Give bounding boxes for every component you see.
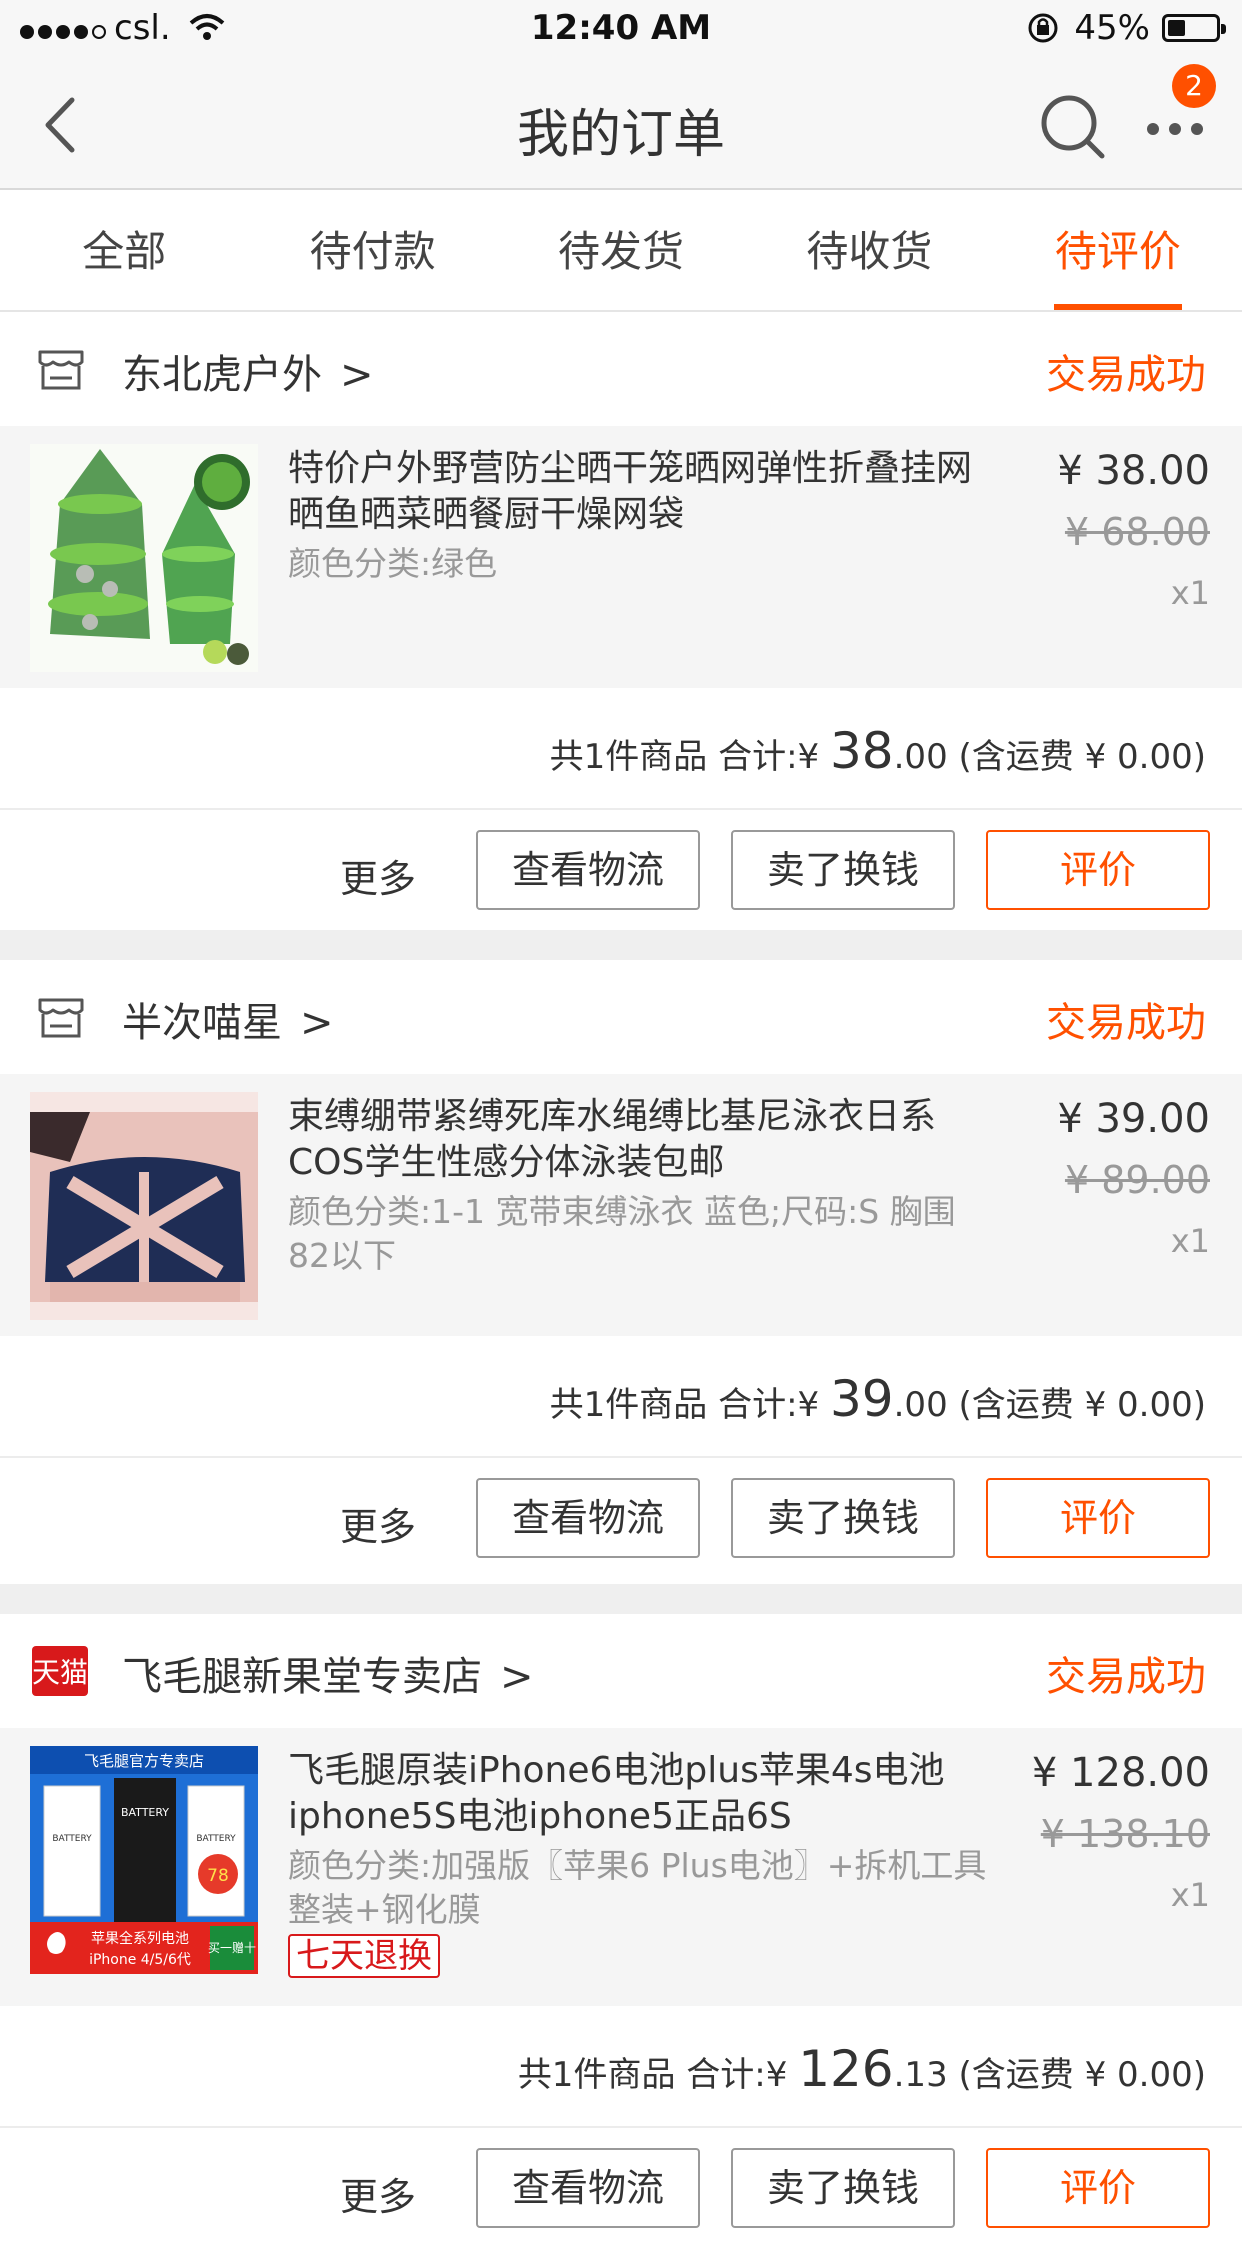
order-total: 共1件商品 合计:¥ 38.00 (含运费 ¥ 0.00) bbox=[549, 722, 1206, 780]
view-logistics-button[interactable]: 查看物流 bbox=[476, 2148, 700, 2228]
product-sku: 颜色分类:1-1 宽带束缚泳衣 蓝色;尺码:S 胸围82以下 bbox=[288, 1192, 956, 1275]
shop-row[interactable]: 东北虎户外 > 交易成功 bbox=[0, 312, 1242, 426]
review-button[interactable]: 评价 bbox=[986, 2148, 1210, 2228]
order-total: 共1件商品 合计:¥ 39.00 (含运费 ¥ 0.00) bbox=[549, 1370, 1206, 1428]
status-bar: csl. 12:40 AM 45% bbox=[0, 0, 1242, 62]
svg-text:iPhone 4/5/6代: iPhone 4/5/6代 bbox=[89, 1952, 191, 1968]
order-divider bbox=[0, 930, 1242, 960]
battery-fill bbox=[1168, 20, 1186, 36]
product-thumbnail[interactable]: 飞毛腿官方专卖店 BATTERY BATTERY BATTERY 78 苹果全系… bbox=[30, 1746, 258, 1974]
order-status: 交易成功 bbox=[1046, 352, 1206, 398]
nav-bar: 我的订单 bbox=[0, 62, 1242, 190]
shipping-fee: (含运费 ¥ 0.00) bbox=[958, 737, 1206, 777]
total-integer: 39 bbox=[830, 1370, 894, 1428]
product-price: ¥ 39.00 bbox=[1057, 1096, 1210, 1142]
product-title: 束缚绷带紧缚死库水绳缚比基尼泳衣日系COS学生性感分体泳装包邮 bbox=[288, 1096, 937, 1183]
order-status: 交易成功 bbox=[1046, 1000, 1206, 1046]
more-button[interactable]: 更多 bbox=[340, 848, 416, 903]
more-button[interactable]: 更多 bbox=[340, 1496, 416, 1551]
store-icon bbox=[38, 350, 84, 390]
chevron-right-icon: > bbox=[500, 1654, 534, 1700]
product-price: ¥ 38.00 bbox=[1057, 448, 1210, 494]
svg-text:苹果全系列电池: 苹果全系列电池 bbox=[91, 1930, 189, 1947]
shipping-fee: (含运费 ¥ 0.00) bbox=[958, 1385, 1206, 1425]
order-item[interactable]: 束缚绷带紧缚死库水绳缚比基尼泳衣日系COS学生性感分体泳装包邮 颜色分类:1-1… bbox=[0, 1074, 1242, 1336]
order-item[interactable]: 特价户外野营防尘晒干笼晒网弹性折叠挂网晒鱼晒菜晒餐厨干燥网袋 颜色分类:绿色 ¥… bbox=[0, 426, 1242, 688]
order-item[interactable]: 飞毛腿官方专卖店 BATTERY BATTERY BATTERY 78 苹果全系… bbox=[0, 1728, 1242, 2006]
order-total: 共1件商品 合计:¥ 126.13 (含运费 ¥ 0.00) bbox=[517, 2040, 1206, 2098]
chevron-right-icon: > bbox=[300, 1000, 334, 1046]
order-actions: 更多 查看物流 卖了换钱 评价 bbox=[0, 810, 1242, 930]
product-quantity: x1 bbox=[1170, 1876, 1210, 1914]
order-card: 东北虎户外 > 交易成功 特价户外野营防尘晒干笼晒网弹性折叠挂网晒鱼晒菜晒餐厨干燥… bbox=[0, 312, 1242, 930]
shop-name[interactable]: 东北虎户外 > bbox=[122, 342, 374, 400]
tab-pending-review[interactable]: 待评价 bbox=[994, 190, 1242, 310]
svg-text:飞毛腿官方专卖店: 飞毛腿官方专卖店 bbox=[84, 1752, 204, 1770]
drying-net-image bbox=[30, 444, 258, 672]
order-summary: 共1件商品 合计:¥ 39.00 (含运费 ¥ 0.00) bbox=[0, 1336, 1242, 1458]
product-quantity: x1 bbox=[1170, 574, 1210, 612]
order-summary: 共1件商品 合计:¥ 126.13 (含运费 ¥ 0.00) bbox=[0, 2006, 1242, 2128]
status-right: 45% bbox=[1026, 8, 1226, 48]
svg-text:78: 78 bbox=[207, 1866, 229, 1886]
order-card: 半次喵星 > 交易成功 束缚绷带紧缚死库水绳缚比基尼泳衣日系COS学生性感分体泳装… bbox=[0, 960, 1242, 1578]
product-original-price: ¥ 138.10 bbox=[1040, 1812, 1210, 1856]
product-title: 特价户外野营防尘晒干笼晒网弹性折叠挂网晒鱼晒菜晒餐厨干燥网袋 bbox=[288, 448, 973, 535]
shop-name[interactable]: 飞毛腿新果堂专卖店 > bbox=[122, 1644, 534, 1702]
battery-product-image: 飞毛腿官方专卖店 BATTERY BATTERY BATTERY 78 苹果全系… bbox=[30, 1746, 258, 1974]
shop-row[interactable]: 天猫 飞毛腿新果堂专卖店 > 交易成功 bbox=[0, 1614, 1242, 1728]
product-quantity: x1 bbox=[1170, 1222, 1210, 1260]
chevron-right-icon: > bbox=[340, 352, 374, 398]
more-icon[interactable] bbox=[1145, 114, 1205, 144]
order-actions: 更多 查看物流 卖了换钱 评价 bbox=[0, 2128, 1242, 2248]
order-summary: 共1件商品 合计:¥ 38.00 (含运费 ¥ 0.00) bbox=[0, 688, 1242, 810]
svg-text:BATTERY: BATTERY bbox=[121, 1806, 169, 1819]
shop-name[interactable]: 半次喵星 > bbox=[122, 990, 334, 1048]
battery-percent: 45% bbox=[1074, 8, 1150, 48]
shipping-fee: (含运费 ¥ 0.00) bbox=[958, 2055, 1206, 2095]
battery-icon bbox=[1162, 14, 1226, 42]
notification-badge: 2 bbox=[1172, 64, 1216, 108]
tab-pending-receipt[interactable]: 待收货 bbox=[745, 190, 993, 310]
view-logistics-button[interactable]: 查看物流 bbox=[476, 1478, 700, 1558]
order-divider bbox=[0, 1584, 1242, 1614]
order-status: 交易成功 bbox=[1046, 1654, 1206, 1700]
search-icon[interactable] bbox=[1038, 92, 1108, 162]
total-integer: 126 bbox=[798, 2040, 894, 2098]
rotation-lock-icon bbox=[1028, 13, 1058, 43]
swimsuit-image bbox=[30, 1092, 258, 1320]
product-sku: 颜色分类:加强版〖苹果6 Plus电池〗+拆机工具整装+钢化膜 bbox=[288, 1846, 987, 1929]
product-thumbnail[interactable] bbox=[30, 1092, 258, 1320]
resell-button[interactable]: 卖了换钱 bbox=[731, 830, 955, 910]
product-title: 飞毛腿原装iPhone6电池plus苹果4s电池iphone5S电池iphone… bbox=[288, 1750, 945, 1837]
product-price: ¥ 128.00 bbox=[1031, 1750, 1210, 1796]
product-original-price: ¥ 89.00 bbox=[1064, 1158, 1210, 1202]
tab-pending-shipment[interactable]: 待发货 bbox=[497, 190, 745, 310]
product-sku: 颜色分类:绿色 bbox=[288, 544, 498, 583]
tab-all[interactable]: 全部 bbox=[0, 190, 248, 310]
svg-text:BATTERY: BATTERY bbox=[52, 1834, 92, 1844]
view-logistics-button[interactable]: 查看物流 bbox=[476, 830, 700, 910]
review-button[interactable]: 评价 bbox=[986, 830, 1210, 910]
more-button[interactable]: 更多 bbox=[340, 2166, 416, 2221]
shop-row[interactable]: 半次喵星 > 交易成功 bbox=[0, 960, 1242, 1074]
resell-button[interactable]: 卖了换钱 bbox=[731, 1478, 955, 1558]
order-actions: 更多 查看物流 卖了换钱 评价 bbox=[0, 1458, 1242, 1578]
seven-day-return-tag: 七天退换 bbox=[288, 1934, 440, 1978]
tab-pending-payment[interactable]: 待付款 bbox=[248, 190, 496, 310]
product-original-price: ¥ 68.00 bbox=[1064, 510, 1210, 554]
svg-text:买一赠十: 买一赠十 bbox=[208, 1941, 256, 1955]
order-card: 天猫 飞毛腿新果堂专卖店 > 交易成功 飞毛腿官方专卖店 BATTERY BATT… bbox=[0, 1614, 1242, 2248]
product-thumbnail[interactable] bbox=[30, 444, 258, 672]
tmall-icon: 天猫 bbox=[32, 1646, 88, 1696]
order-tabs: 全部 待付款 待发货 待收货 待评价 bbox=[0, 190, 1242, 312]
svg-text:BATTERY: BATTERY bbox=[196, 1834, 236, 1844]
review-button[interactable]: 评价 bbox=[986, 1478, 1210, 1558]
store-icon bbox=[38, 998, 84, 1038]
total-integer: 38 bbox=[830, 722, 894, 780]
resell-button[interactable]: 卖了换钱 bbox=[731, 2148, 955, 2228]
